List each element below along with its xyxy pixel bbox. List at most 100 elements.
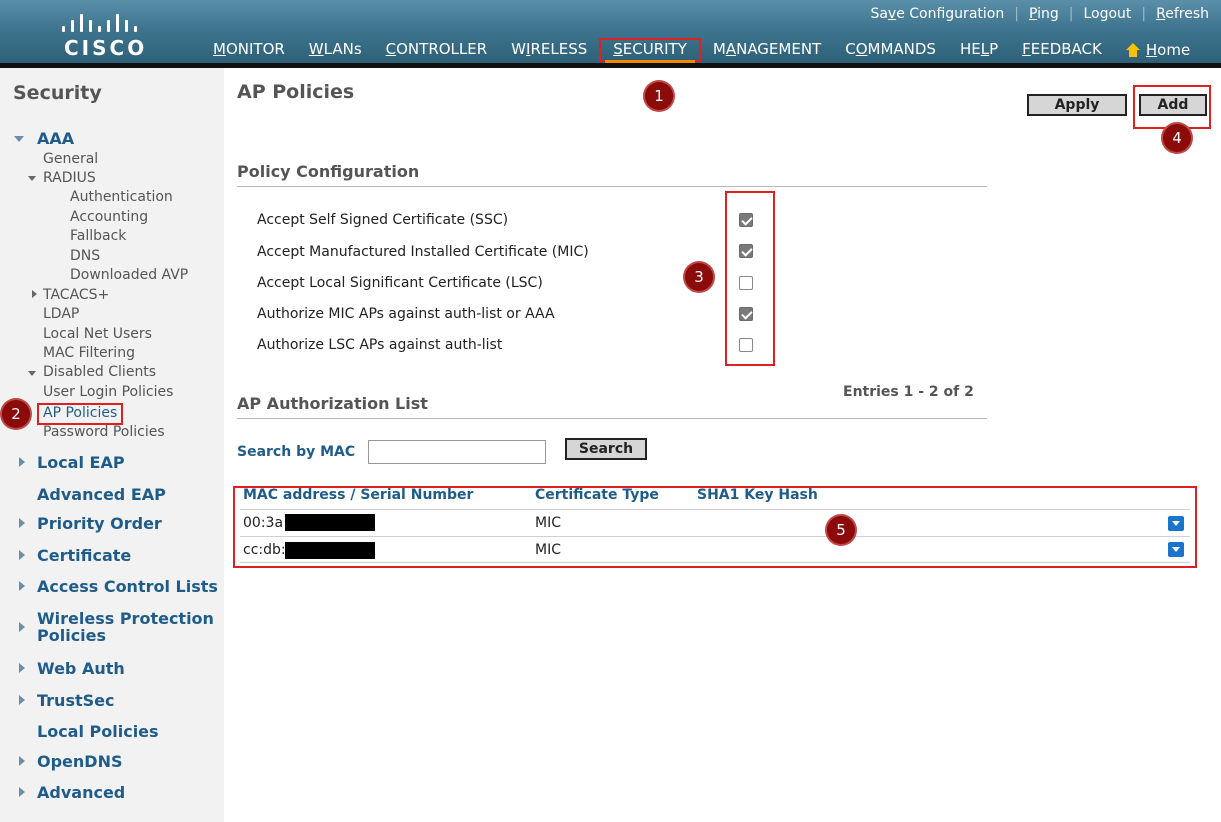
logout-link[interactable]: Logout bbox=[1083, 6, 1131, 22]
sidebar-item-disabled-clients[interactable]: Disabled Clients bbox=[43, 364, 156, 380]
policy-label-authorize-lsc: Authorize LSC APs against auth-list bbox=[257, 337, 503, 353]
column-header-mac: MAC address / Serial Number bbox=[243, 487, 474, 503]
sidebar-item-advanced-eap[interactable]: Advanced EAP bbox=[37, 485, 166, 504]
row-dropdown-icon[interactable] bbox=[1168, 516, 1184, 531]
policy-label-ssc: Accept Self Signed Certificate (SSC) bbox=[257, 212, 509, 228]
sidebar-item-accounting[interactable]: Accounting bbox=[70, 209, 148, 225]
mac-cell: cc:db: bbox=[243, 542, 286, 558]
home-icon bbox=[1125, 43, 1140, 57]
sidebar-item-advanced[interactable]: Advanced bbox=[37, 783, 125, 802]
redaction-block bbox=[285, 542, 375, 559]
row-dropdown-icon[interactable] bbox=[1168, 542, 1184, 557]
row-divider bbox=[240, 509, 1190, 510]
search-by-mac-label: Search by MAC bbox=[237, 444, 356, 460]
annotation-marker-2: 2 bbox=[2, 400, 30, 428]
sidebar-item-downloaded-avp[interactable]: Downloaded AVP bbox=[70, 267, 188, 283]
search-mac-input[interactable] bbox=[368, 440, 546, 464]
row-divider bbox=[240, 536, 1190, 537]
expand-down-icon[interactable] bbox=[28, 176, 36, 181]
sidebar-item-web-auth[interactable]: Web Auth bbox=[37, 659, 125, 678]
page-title: AP Policies bbox=[237, 81, 355, 103]
expand-right-icon[interactable] bbox=[19, 550, 25, 560]
nav-monitor[interactable]: MONITOR bbox=[201, 38, 297, 62]
nav-home[interactable]: Home bbox=[1114, 38, 1202, 62]
sidebar-item-dns[interactable]: DNS bbox=[70, 248, 100, 264]
expand-right-icon[interactable] bbox=[32, 290, 37, 298]
annotation-marker-1: 1 bbox=[645, 82, 673, 110]
nav-help[interactable]: HELP bbox=[948, 38, 1010, 62]
sidebar-item-acl[interactable]: Access Control Lists bbox=[37, 577, 218, 596]
row-divider bbox=[240, 562, 1190, 563]
expand-down-icon[interactable] bbox=[14, 136, 24, 142]
sidebar-item-priority-order[interactable]: Priority Order bbox=[37, 514, 162, 533]
section-divider bbox=[237, 418, 987, 419]
expand-right-icon[interactable] bbox=[19, 457, 25, 467]
checkbox-authorize-lsc[interactable] bbox=[739, 338, 753, 352]
cisco-logo-bars-icon bbox=[58, 8, 144, 32]
sidebar-item-general[interactable]: General bbox=[43, 151, 98, 167]
sidebar-item-wireless-protection-policies[interactable]: Wireless Protection Policies bbox=[37, 609, 214, 645]
sidebar: Security AAA General RADIUS Authenticati… bbox=[0, 68, 224, 822]
expand-right-icon[interactable] bbox=[19, 695, 25, 705]
sidebar-item-local-eap[interactable]: Local EAP bbox=[37, 453, 125, 472]
certificate-type-cell: MIC bbox=[535, 542, 561, 558]
save-configuration-link[interactable]: Save Configuration bbox=[870, 6, 1004, 22]
nav-management[interactable]: MANAGEMENT bbox=[701, 38, 833, 62]
top-links: Save Configuration | Ping | Logout | Ref… bbox=[870, 6, 1209, 22]
annotation-marker-5: 5 bbox=[827, 516, 855, 544]
checkbox-accept-lsc[interactable] bbox=[739, 276, 753, 290]
cisco-logo: CISCO bbox=[58, 8, 148, 60]
sidebar-item-trustsec[interactable]: TrustSec bbox=[37, 691, 114, 710]
annotation-marker-4: 4 bbox=[1163, 124, 1191, 152]
apply-button[interactable]: Apply bbox=[1027, 94, 1127, 116]
sidebar-item-tacacs[interactable]: TACACS+ bbox=[43, 287, 109, 303]
nav-wireless[interactable]: WIRELESS bbox=[499, 38, 599, 62]
sidebar-item-fallback[interactable]: Fallback bbox=[70, 228, 126, 244]
checkbox-accept-mic[interactable] bbox=[739, 244, 753, 258]
annotation-marker-3: 3 bbox=[685, 263, 713, 291]
sidebar-item-user-login-policies[interactable]: User Login Policies bbox=[43, 384, 173, 400]
nav-commands[interactable]: COMMANDS bbox=[833, 38, 948, 62]
nav-feedback[interactable]: FEEDBACK bbox=[1010, 38, 1114, 62]
ping-link[interactable]: Ping bbox=[1029, 6, 1059, 22]
top-header: CISCO Save Configuration | Ping | Logout… bbox=[0, 0, 1221, 64]
refresh-link[interactable]: Refresh bbox=[1156, 6, 1209, 22]
policy-label-lsc: Accept Local Significant Certificate (LS… bbox=[257, 275, 543, 291]
cisco-logo-text: CISCO bbox=[64, 36, 148, 60]
search-button[interactable]: Search bbox=[565, 438, 647, 460]
expand-right-icon[interactable] bbox=[19, 581, 25, 591]
sidebar-item-local-policies[interactable]: Local Policies bbox=[37, 722, 159, 741]
policy-configuration-heading: Policy Configuration bbox=[237, 162, 420, 181]
sidebar-item-certificate[interactable]: Certificate bbox=[37, 546, 131, 565]
add-button[interactable]: Add bbox=[1139, 94, 1207, 116]
expand-right-icon[interactable] bbox=[19, 756, 25, 766]
sidebar-item-ldap[interactable]: LDAP bbox=[43, 306, 79, 322]
nav-controller[interactable]: CONTROLLER bbox=[374, 38, 500, 62]
policy-label-authorize-mic: Authorize MIC APs against auth-list or A… bbox=[257, 306, 555, 322]
sidebar-item-password-policies[interactable]: Password Policies bbox=[43, 424, 165, 440]
entries-count: Entries 1 - 2 of 2 bbox=[843, 384, 974, 400]
expand-right-icon[interactable] bbox=[19, 663, 25, 673]
sidebar-item-authentication[interactable]: Authentication bbox=[70, 189, 173, 205]
expand-right-icon[interactable] bbox=[19, 622, 25, 632]
expand-down-icon[interactable] bbox=[28, 371, 36, 376]
main-nav: MONITOR WLANs CONTROLLER WIRELESS SECURI… bbox=[201, 38, 1202, 64]
checkbox-accept-ssc[interactable] bbox=[739, 213, 753, 227]
column-header-certificate-type: Certificate Type bbox=[535, 487, 659, 503]
nav-security[interactable]: SECURITY bbox=[599, 38, 701, 64]
sidebar-item-opendns[interactable]: OpenDNS bbox=[37, 752, 123, 771]
divider: | bbox=[1068, 6, 1074, 22]
redaction-block bbox=[285, 514, 375, 531]
divider: | bbox=[1141, 6, 1147, 22]
sidebar-item-radius[interactable]: RADIUS bbox=[43, 170, 96, 186]
sidebar-item-ap-policies[interactable]: AP Policies bbox=[43, 405, 117, 421]
sidebar-item-local-net-users[interactable]: Local Net Users bbox=[43, 326, 152, 342]
column-header-sha1: SHA1 Key Hash bbox=[697, 487, 818, 503]
sidebar-item-mac-filtering[interactable]: MAC Filtering bbox=[43, 345, 135, 361]
sidebar-item-aaa[interactable]: AAA bbox=[37, 129, 74, 148]
expand-right-icon[interactable] bbox=[19, 518, 25, 528]
expand-right-icon[interactable] bbox=[19, 787, 25, 797]
nav-wlans[interactable]: WLANs bbox=[297, 38, 374, 62]
checkbox-authorize-mic[interactable] bbox=[739, 307, 753, 321]
divider: | bbox=[1014, 6, 1019, 22]
